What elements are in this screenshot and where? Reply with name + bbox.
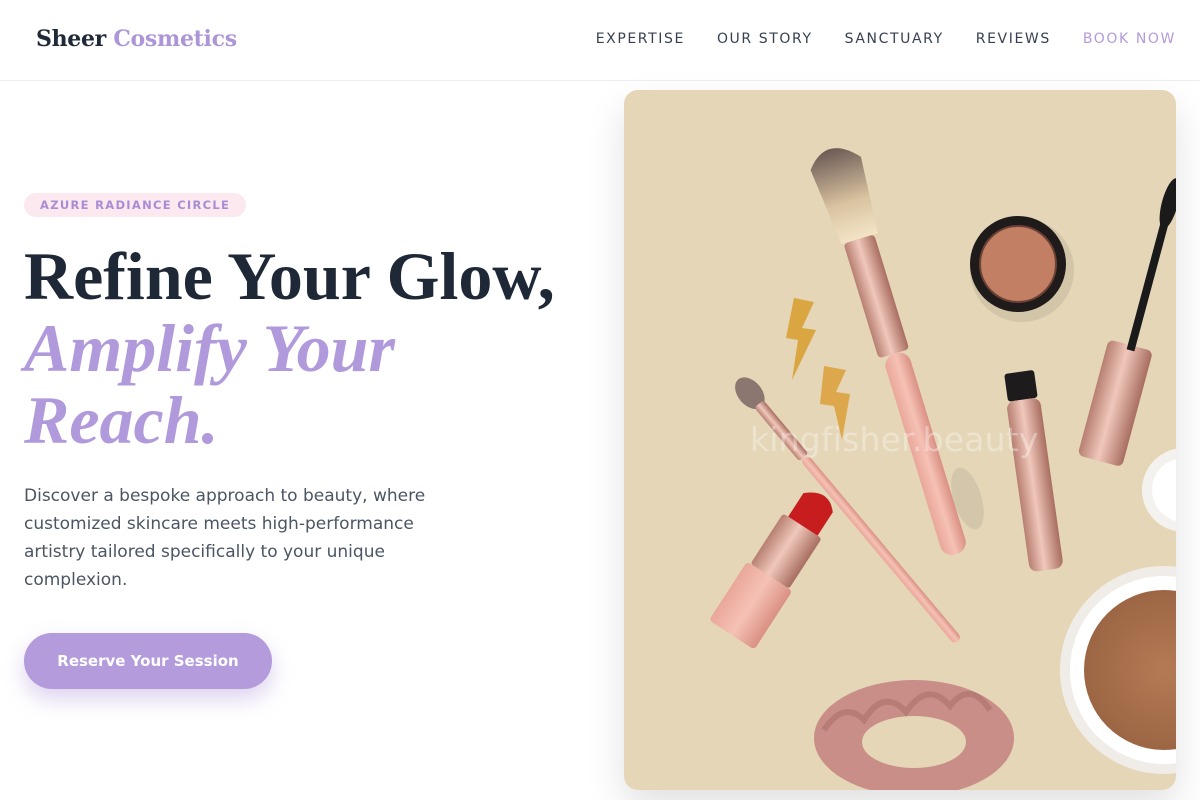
mascara bbox=[1078, 178, 1176, 466]
nav-link-sanctuary[interactable]: SANCTUARY bbox=[845, 31, 944, 47]
nav-link-our-story[interactable]: OUR STORY bbox=[717, 31, 813, 47]
site-header: Sheer Cosmetics EXPERTISE OUR STORY SANC… bbox=[0, 0, 1200, 81]
brand-logo[interactable]: Sheer Cosmetics bbox=[36, 26, 237, 52]
nav-link-expertise[interactable]: EXPERTISE bbox=[596, 31, 685, 47]
nav-book-now-link[interactable]: BOOK NOW bbox=[1083, 31, 1176, 47]
brand-name-part1: Sheer bbox=[36, 26, 106, 52]
reserve-session-button[interactable]: Reserve Your Session bbox=[24, 633, 272, 689]
lightning-earring-1 bbox=[786, 298, 816, 380]
headline-line-2: Amplify Your bbox=[24, 310, 395, 386]
headline-line-1: Refine Your Glow, bbox=[24, 238, 555, 314]
cream-jar bbox=[970, 216, 1074, 322]
concealer-tube bbox=[1004, 370, 1063, 572]
main-nav: EXPERTISE OUR STORY SANCTUARY REVIEWS BO… bbox=[596, 31, 1176, 47]
image-watermark: kingfisher.beauty bbox=[750, 420, 1039, 459]
hero-headline: Refine Your Glow, Amplify Your Reach. bbox=[24, 240, 604, 456]
bronzer-compact bbox=[1060, 448, 1176, 774]
hero-description: Discover a bespoke approach to beauty, w… bbox=[24, 486, 426, 590]
headline-line-3: Reach. bbox=[24, 382, 219, 458]
lipstick bbox=[710, 492, 833, 649]
scrunchie bbox=[814, 680, 1014, 790]
hero-badge: AZURE RADIANCE CIRCLE bbox=[24, 193, 247, 217]
hero-image: kingfisher.beauty bbox=[624, 90, 1176, 790]
nav-link-reviews[interactable]: REVIEWS bbox=[976, 31, 1051, 47]
brand-name-part2: Cosmetics bbox=[113, 26, 237, 52]
